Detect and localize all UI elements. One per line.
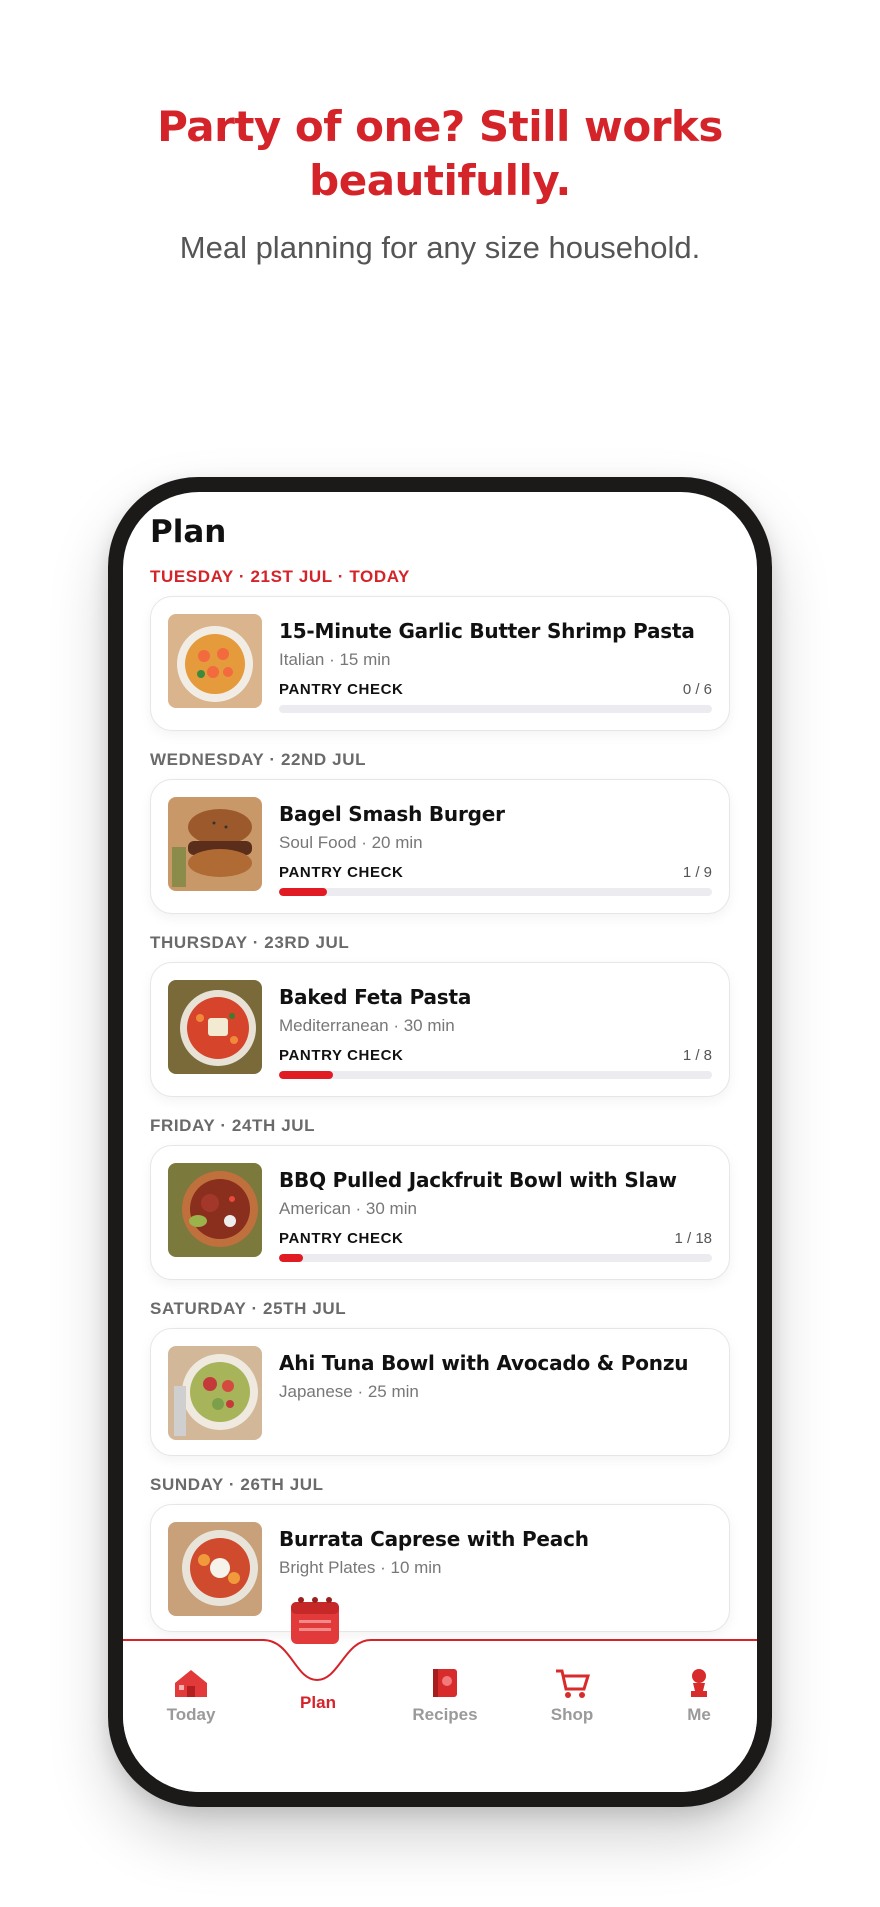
meal-meta: Mediterranean · 30 min (279, 1016, 455, 1035)
calendar-icon[interactable] (285, 1592, 345, 1652)
hero-headline: Party of one? Still works beautifully. (157, 102, 723, 205)
book-icon (433, 1669, 457, 1697)
tab-label: Recipes (412, 1705, 478, 1724)
pantry-progress-fill (279, 1071, 334, 1079)
pantry-progress-fill (279, 888, 328, 896)
meal-title: Burrata Caprese with Peach (279, 1527, 589, 1551)
meal-photo (168, 797, 262, 891)
meal-title: Baked Feta Pasta (279, 985, 472, 1009)
pantry-check-label: PANTRY CHECK (279, 1047, 404, 1064)
bust-icon (691, 1669, 707, 1697)
meal-meta: American · 30 min (279, 1199, 417, 1218)
meal-photo (168, 1163, 262, 1257)
day-label: SUNDAY · 26TH JUL (150, 1475, 324, 1494)
tab-label: Plan (300, 1693, 336, 1712)
tab-label: Shop (550, 1705, 594, 1724)
meal-card[interactable]: BBQ Pulled Jackfruit Bowl with Slaw Amer… (150, 1145, 730, 1280)
day-label: FRIDAY · 24TH JUL (150, 1116, 316, 1135)
pantry-progress-bar (279, 888, 712, 896)
tab-shop[interactable]: Shop (517, 1667, 627, 1725)
day-label: THURSDAY · 23RD JUL (150, 933, 350, 952)
page-title: Plan (150, 514, 227, 550)
meal-card[interactable]: Bagel Smash Burger Soul Food · 20 min PA… (150, 779, 730, 914)
phone-screen: Plan TUESDAY · 21ST JUL · TODAY 15-Minut… (123, 492, 757, 1792)
meal-photo (168, 614, 262, 708)
pantry-progress-fill (279, 1254, 304, 1262)
day-label: WEDNESDAY · 22ND JUL (150, 750, 367, 769)
meal-title: BBQ Pulled Jackfruit Bowl with Slaw (279, 1168, 677, 1192)
meal-card[interactable]: Baked Feta Pasta Mediterranean · 30 min … (150, 962, 730, 1097)
pantry-check-label: PANTRY CHECK (279, 1230, 404, 1247)
phone-frame: Plan TUESDAY · 21ST JUL · TODAY 15-Minut… (108, 477, 772, 1807)
tab-plan[interactable]: Plan (263, 1693, 373, 1713)
pantry-check-count: 1 / 9 (682, 864, 712, 881)
meal-photo (168, 1346, 262, 1440)
pantry-progress-bar (279, 1071, 712, 1079)
tab-me[interactable]: Me (644, 1667, 754, 1725)
meal-meta: Japanese · 25 min (279, 1382, 419, 1401)
meal-card[interactable]: Ahi Tuna Bowl with Avocado & Ponzu Japan… (150, 1328, 730, 1456)
day-label: SATURDAY · 25TH JUL (150, 1299, 347, 1318)
meal-title: 15-Minute Garlic Butter Shrimp Pasta (279, 619, 695, 643)
meal-title: Ahi Tuna Bowl with Avocado & Ponzu (279, 1351, 689, 1375)
hero-subheadline: Meal planning for any size household. (179, 230, 701, 265)
pantry-progress-bar (279, 705, 712, 713)
pantry-progress-bar (279, 1254, 712, 1262)
pantry-check-count: 1 / 8 (682, 1047, 712, 1064)
pantry-check-count: 0 / 6 (682, 681, 712, 698)
meal-meta: Soul Food · 20 min (279, 833, 423, 852)
meal-meta: Bright Plates · 10 min (279, 1558, 442, 1577)
tab-label: Me (687, 1705, 711, 1724)
pantry-check-count: 1 / 18 (674, 1230, 712, 1247)
tab-recipes[interactable]: Recipes (390, 1667, 500, 1725)
day-label: TUESDAY · 21ST JUL · TODAY (150, 567, 410, 586)
meal-photo (168, 980, 262, 1074)
pantry-check-label: PANTRY CHECK (279, 864, 404, 881)
tab-label: Today (166, 1705, 216, 1724)
house-icon (175, 1670, 207, 1697)
meal-card[interactable]: 15-Minute Garlic Butter Shrimp Pasta Ita… (150, 596, 730, 731)
cart-icon (556, 1669, 591, 1698)
meal-meta: Italian · 15 min (279, 650, 391, 669)
pantry-check-label: PANTRY CHECK (279, 681, 404, 698)
meal-title: Bagel Smash Burger (279, 802, 505, 826)
hero: Party of one? Still works beautifully. M… (0, 100, 880, 268)
tab-today[interactable]: Today (136, 1667, 246, 1725)
